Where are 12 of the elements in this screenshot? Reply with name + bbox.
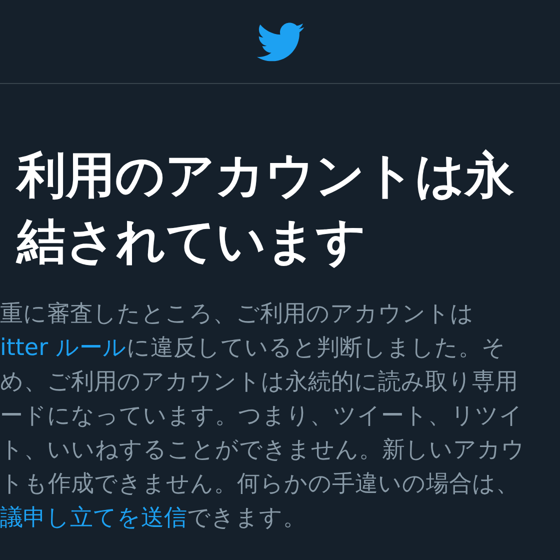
bird-icon xyxy=(255,20,305,62)
body-text: め、ご利用のアカウントは永続的に読み取り専用 xyxy=(0,368,518,396)
body-text: ト、いいねすることができません。新しいアカウ xyxy=(0,436,525,464)
body-text: できます。 xyxy=(187,504,306,532)
body-text: ードになっています。つまり、ツイート、リツイ xyxy=(0,402,523,430)
heading-text: 結されています xyxy=(17,212,366,272)
link[interactable]: itter ルール xyxy=(0,332,126,362)
heading-text: 利用のアカウントは永 xyxy=(17,146,514,206)
link[interactable]: 議申し立てを送信 xyxy=(0,502,187,532)
body-text: トも作成できません。何らかの手違いの場合は、 xyxy=(0,470,519,498)
body-text: 重に審査したところ、ご利用のアカウントは xyxy=(0,300,474,328)
body-text: に違反していると判断しました。そ xyxy=(126,334,506,362)
